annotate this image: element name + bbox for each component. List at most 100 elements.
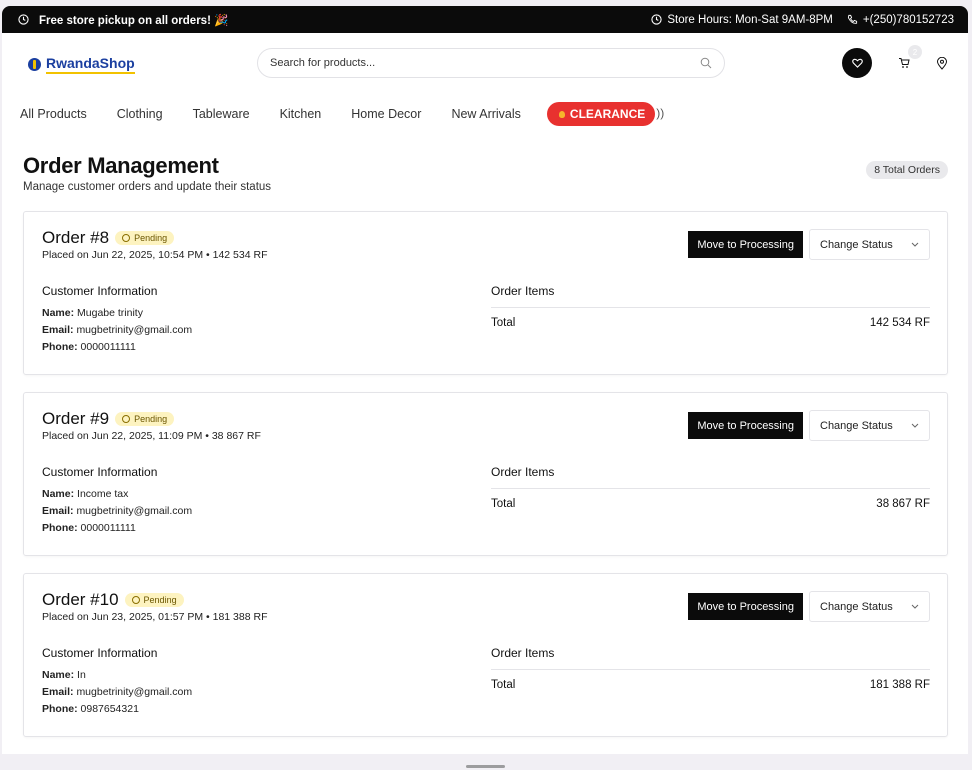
customer-name: Name: Mugabe trinity	[42, 307, 192, 319]
customer-phone: Phone: 0000011111	[42, 522, 192, 534]
order-total-row: Total 142 534 RF	[491, 317, 930, 329]
promo-group: Free store pickup on all orders! 🎉	[18, 13, 228, 27]
search-bar	[257, 48, 725, 78]
cart-button[interactable]: 2	[894, 45, 922, 73]
customer-info-heading: Customer Information	[42, 465, 158, 479]
total-value: 38 867 RF	[876, 498, 930, 510]
customer-email: Email: mugbetrinity@gmail.com	[42, 324, 192, 336]
customer-info-heading: Customer Information	[42, 284, 158, 298]
name-label: Name:	[42, 488, 75, 500]
page-header: Order Management Manage customer orders …	[2, 133, 968, 193]
move-to-processing-button[interactable]: Move to Processing	[688, 231, 803, 258]
heart-icon	[851, 58, 863, 68]
customer-name: Name: Income tax	[42, 488, 192, 500]
divider	[491, 669, 930, 670]
total-label: Total	[491, 317, 516, 329]
email-label: Email:	[42, 686, 74, 698]
order-card: Order #10 Pending Placed on Jun 23, 2025…	[23, 573, 948, 737]
page-subtitle: Manage customer orders and update their …	[23, 181, 272, 193]
move-to-processing-button[interactable]: Move to Processing	[688, 593, 803, 620]
location-pin-icon[interactable]	[936, 56, 948, 70]
logo-mark-icon	[28, 57, 41, 71]
header-actions: 2	[842, 45, 948, 78]
nav-item-kitchen[interactable]: Kitchen	[280, 107, 322, 121]
email-value: mugbetrinity@gmail.com	[76, 686, 193, 698]
status-badge: Pending	[124, 593, 184, 607]
order-actions: Move to Processing Change Status	[688, 229, 930, 260]
nav-item-clothing[interactable]: Clothing	[117, 107, 163, 121]
move-to-processing-button[interactable]: Move to Processing	[688, 412, 803, 439]
pulse-icon: ))	[656, 106, 665, 120]
order-actions: Move to Processing Change Status	[688, 410, 930, 441]
order-card: Order #9 Pending Placed on Jun 22, 2025,…	[23, 392, 948, 556]
order-actions: Move to Processing Change Status	[688, 591, 930, 622]
logo[interactable]: RwandaShop	[28, 55, 135, 74]
name-value: Income tax	[77, 488, 129, 500]
change-status-label: Change Status	[820, 238, 893, 251]
customer-email: Email: mugbetrinity@gmail.com	[42, 686, 192, 698]
chevron-down-icon	[911, 242, 919, 247]
clearance-label: CLEARANCE	[569, 107, 646, 121]
search-icon[interactable]	[700, 57, 712, 69]
total-orders-badge: 8 Total Orders	[866, 161, 948, 179]
phone-label: Phone:	[42, 522, 78, 534]
clock-icon	[131, 596, 140, 604]
nav-item-home-decor[interactable]: Home Decor	[351, 107, 421, 121]
name-value: In	[77, 669, 86, 681]
status-text: Pending	[134, 233, 168, 243]
nav-item-tableware[interactable]: Tableware	[193, 107, 250, 121]
status-text: Pending	[134, 414, 168, 424]
chevron-down-icon	[911, 604, 919, 609]
divider	[491, 307, 930, 308]
total-label: Total	[491, 498, 516, 510]
phone-label: Phone:	[42, 703, 78, 715]
name-value: Mugabe trinity	[77, 307, 143, 319]
store-phone-text: +(250)780152723	[862, 13, 954, 26]
email-label: Email:	[42, 505, 74, 517]
announcement-bar: Free store pickup on all orders! 🎉 Store…	[2, 6, 968, 33]
status-badge: Pending	[115, 231, 175, 245]
chevron-down-icon	[911, 423, 919, 428]
status-badge: Pending	[115, 412, 175, 426]
change-status-label: Change Status	[820, 419, 893, 432]
nav-item-new-arrivals[interactable]: New Arrivals	[451, 107, 520, 121]
customer-phone: Phone: 0000011111	[42, 341, 192, 353]
site-header: RwandaShop 2	[2, 33, 968, 95]
cart-icon	[899, 58, 910, 68]
change-status-select[interactable]: Change Status	[809, 229, 930, 260]
clock-icon	[122, 234, 131, 242]
customer-information: Customer Information Name: Mugabe trinit…	[42, 284, 192, 358]
search-input[interactable]	[270, 57, 670, 69]
page-title: Order Management	[23, 153, 219, 178]
app-window: Free store pickup on all orders! 🎉 Store…	[2, 6, 968, 754]
promo-text: Free store pickup on all orders! 🎉	[39, 14, 229, 27]
order-title: Order #9	[42, 409, 110, 428]
customer-email: Email: mugbetrinity@gmail.com	[42, 505, 192, 517]
change-status-select[interactable]: Change Status	[809, 591, 930, 622]
store-phone[interactable]: +(250)780152723	[847, 14, 954, 26]
clock-icon	[651, 14, 662, 25]
customer-info-heading: Customer Information	[42, 646, 158, 660]
clock-icon	[18, 14, 29, 25]
store-hours-text: Store Hours: Mon-Sat 9AM-8PM	[667, 13, 833, 26]
email-value: mugbetrinity@gmail.com	[76, 505, 193, 517]
wishlist-button[interactable]	[842, 48, 872, 78]
order-title: Order #8	[42, 228, 110, 247]
status-text: Pending	[143, 595, 177, 605]
logo-text: RwandaShop	[46, 55, 135, 74]
phone-value: 0000011111	[80, 522, 136, 534]
nav-item-clearance[interactable]: CLEARANCE ))	[546, 102, 664, 126]
order-items-heading: Order Items	[491, 646, 555, 660]
email-label: Email:	[42, 324, 74, 336]
cart-count-badge: 2	[908, 45, 922, 59]
order-items: Order Items Total 142 534 RF	[491, 284, 930, 329]
nav-item-all-products[interactable]: All Products	[20, 107, 87, 121]
phone-value: 0987654321	[80, 703, 139, 715]
scroll-handle[interactable]	[466, 765, 505, 768]
store-info: Store Hours: Mon-Sat 9AM-8PM +(250)78015…	[651, 14, 954, 26]
order-items-heading: Order Items	[491, 284, 555, 298]
name-label: Name:	[42, 307, 75, 319]
total-value: 142 534 RF	[869, 317, 930, 329]
order-items: Order Items Total 38 867 RF	[491, 465, 930, 510]
change-status-select[interactable]: Change Status	[809, 410, 930, 441]
